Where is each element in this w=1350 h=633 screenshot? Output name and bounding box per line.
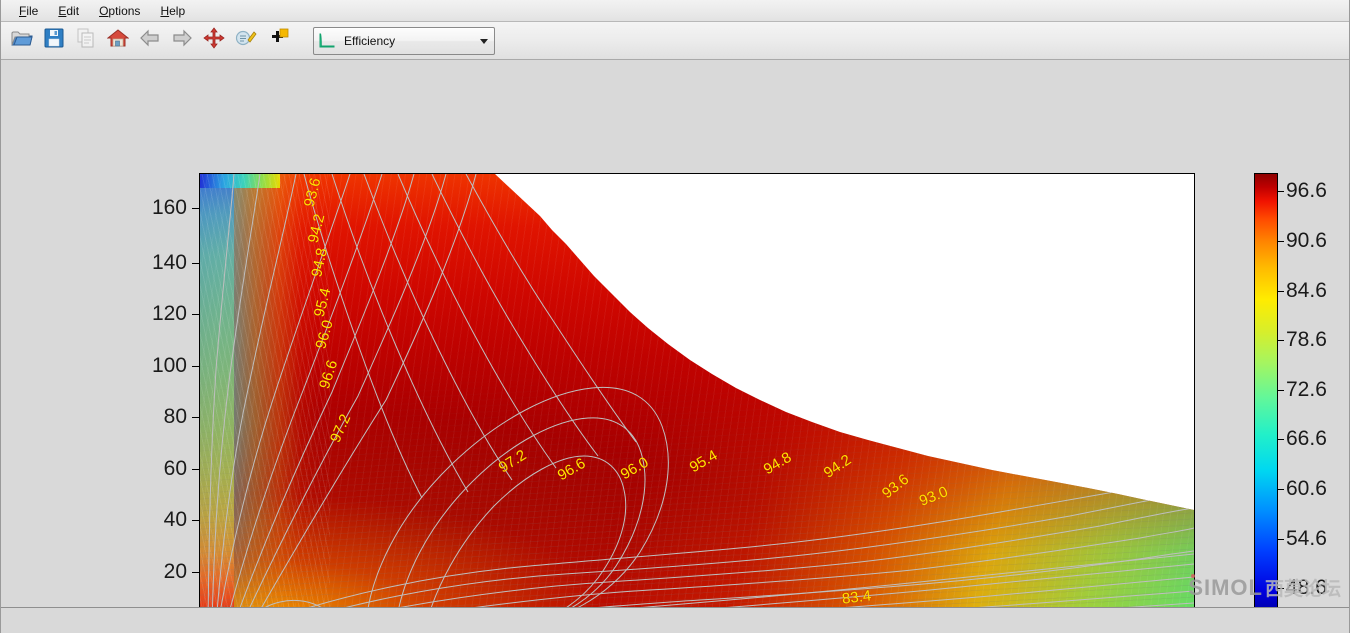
colorbar-tick — [1278, 241, 1284, 242]
y-tick-label: 100 — [151, 354, 187, 377]
colorbar-tick — [1278, 390, 1284, 391]
y-tick — [192, 572, 199, 573]
application-window: File Edit Options Help Efficiency 93.6 9… — [0, 0, 1350, 633]
back-button[interactable] — [135, 26, 165, 56]
y-tick-label: 140 — [151, 251, 187, 274]
colorbar-label: 66.6 — [1286, 427, 1327, 450]
y-tick — [192, 469, 199, 470]
watermark: SIMOL 西莫论坛 — [1188, 574, 1341, 601]
efficiency-curve-icon — [314, 33, 340, 49]
dataset-combo[interactable]: Efficiency — [313, 26, 495, 55]
colorbar-label: 96.6 — [1286, 179, 1327, 202]
y-tick — [192, 366, 199, 367]
forward-arrow-icon — [171, 29, 193, 52]
back-arrow-icon — [139, 29, 161, 52]
colorbar-tick — [1278, 291, 1284, 292]
y-tick-label: 40 — [163, 508, 187, 531]
y-tick-label: 20 — [163, 560, 187, 583]
menu-help-rest: elp — [169, 3, 186, 18]
colorbar-label: 90.6 — [1286, 229, 1327, 252]
colorbar-tick — [1278, 191, 1284, 192]
y-tick-label: 160 — [151, 196, 187, 219]
open-button[interactable] — [7, 26, 37, 56]
pan-move-icon — [203, 27, 225, 54]
y-tick — [192, 314, 199, 315]
y-tick — [192, 263, 199, 264]
home-icon — [106, 28, 130, 53]
menu-bar: File Edit Options Help — [1, 0, 1349, 22]
y-tick-label: 80 — [163, 405, 187, 428]
copy-button[interactable] — [71, 26, 101, 56]
add-button[interactable] — [263, 26, 293, 56]
menu-item-file[interactable]: File — [9, 2, 48, 20]
menu-help-mnemonic: H — [160, 3, 170, 18]
colorbar-label: 84.6 — [1286, 279, 1327, 302]
copy-document-icon — [76, 28, 96, 53]
y-tick-label: 60 — [163, 457, 187, 480]
colorbar-label: 60.6 — [1286, 477, 1327, 500]
contour-plot-axes[interactable]: 93.6 94.2 94.8 95.4 96.0 96.6 97.2 97.2 … — [199, 173, 1195, 607]
y-tick-label: 120 — [151, 302, 187, 325]
pan-button[interactable] — [199, 26, 229, 56]
watermark-chinese: 西莫论坛 — [1264, 578, 1341, 600]
open-folder-icon — [11, 28, 33, 53]
colorbar-tick — [1278, 439, 1284, 440]
envelope-clip — [200, 174, 1194, 607]
menu-edit-rest: dit — [66, 3, 80, 18]
watermark-english: SIMOL — [1188, 575, 1263, 600]
inspect-edit-button[interactable] — [231, 26, 261, 56]
dataset-combo-value: Efficiency — [344, 33, 396, 48]
status-bar — [1, 607, 1349, 633]
forward-button[interactable] — [167, 26, 197, 56]
menu-item-edit[interactable]: Edit — [48, 2, 89, 20]
watermark-english-wrap: SIMOL — [1188, 574, 1263, 601]
toolbar: Efficiency — [1, 22, 1349, 60]
colorbar-label: 72.6 — [1286, 378, 1327, 401]
save-floppy-icon — [44, 28, 64, 53]
chevron-down-icon[interactable] — [474, 35, 494, 47]
colorbar[interactable]: 96.6 90.6 84.6 78.6 72.6 66.6 60.6 54.6 … — [1254, 173, 1327, 607]
y-tick — [192, 520, 199, 521]
menu-options-rest: ptions — [108, 3, 141, 18]
colorbar-label: 78.6 — [1286, 328, 1327, 351]
menu-item-options[interactable]: Options — [89, 2, 150, 20]
save-button[interactable] — [39, 26, 69, 56]
menu-options-mnemonic: O — [99, 3, 109, 18]
figure-canvas[interactable]: 93.6 94.2 94.8 95.4 96.0 96.6 97.2 97.2 … — [1, 60, 1349, 607]
add-plus-icon — [267, 28, 289, 53]
home-button[interactable] — [103, 26, 133, 56]
colorbar-label: 54.6 — [1286, 527, 1327, 550]
menu-item-help[interactable]: Help — [150, 2, 195, 20]
y-tick — [192, 208, 199, 209]
menu-file-rest: ile — [26, 3, 39, 18]
inspect-edit-icon — [235, 28, 257, 53]
colorbar-tick — [1278, 539, 1284, 540]
contour-field: 93.6 94.2 94.8 95.4 96.0 96.6 97.2 97.2 … — [200, 174, 1194, 607]
colorbar-tick — [1278, 340, 1284, 341]
colorbar-tick — [1278, 489, 1284, 490]
y-tick — [192, 417, 199, 418]
colorbar-gradient — [1254, 173, 1278, 607]
